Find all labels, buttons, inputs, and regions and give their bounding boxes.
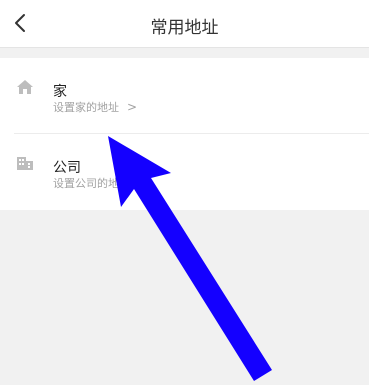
- address-company-subtitle: 设置公司的地址: [53, 175, 130, 191]
- address-home-subtitle-text: 设置家的地址: [53, 101, 119, 114]
- chevron-right-icon: >: [127, 100, 138, 114]
- house-icon: [17, 80, 33, 94]
- address-item-company[interactable]: 公司 设置公司的地址: [0, 134, 369, 210]
- address-item-home[interactable]: 家 设置家的地址 >: [0, 58, 369, 134]
- address-home-subtitle: 设置家的地址 >: [53, 99, 137, 115]
- building-icon: [17, 157, 33, 170]
- top-bar: 常用地址: [0, 0, 369, 48]
- address-company-subtitle-text: 设置公司的地址: [53, 177, 130, 190]
- page-title: 常用地址: [150, 18, 219, 38]
- address-home-title: 家: [53, 84, 67, 100]
- address-list: 家 设置家的地址 > 公司 设置公司的地址: [0, 58, 369, 210]
- address-company-title: 公司: [53, 160, 81, 176]
